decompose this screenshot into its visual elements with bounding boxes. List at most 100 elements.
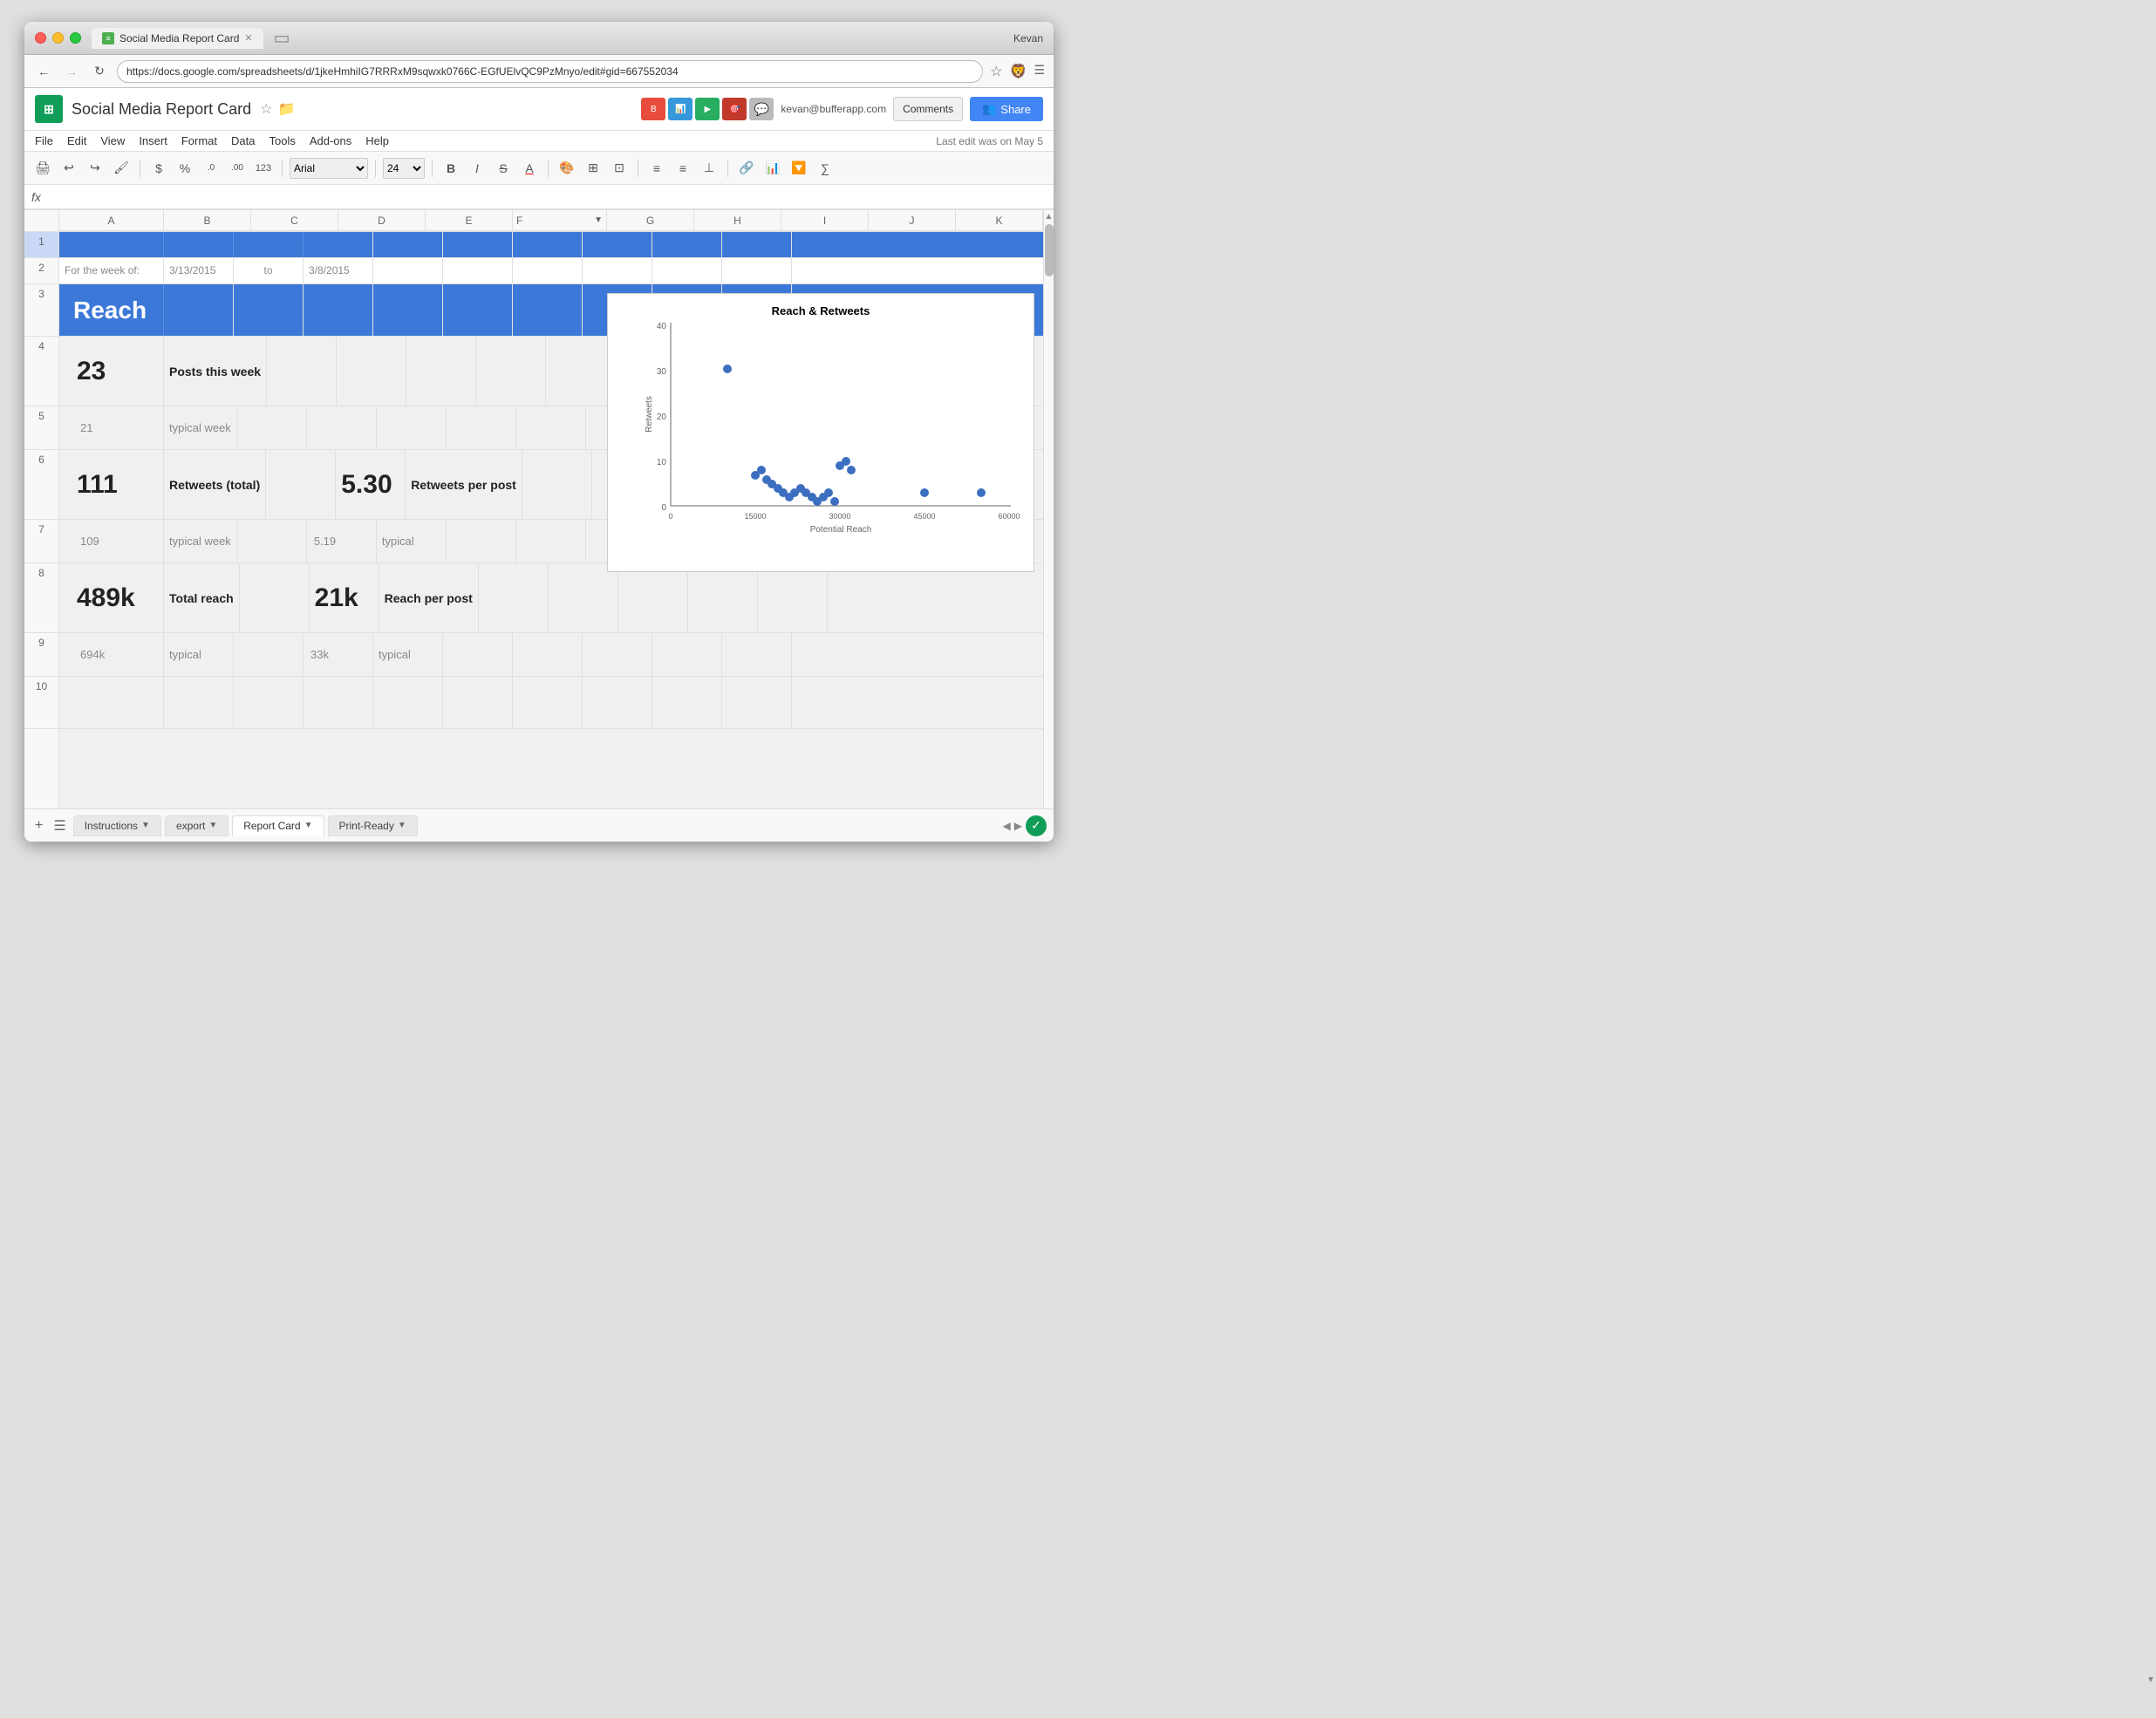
sheets-list-button[interactable]: ☰ (50, 817, 69, 835)
buffer-icon-1[interactable]: B (641, 98, 665, 120)
cell-a10[interactable] (59, 677, 164, 728)
cell-b8[interactable]: Total reach (164, 563, 240, 632)
add-sheet-button[interactable]: + (31, 818, 46, 834)
cell-a2[interactable]: For the week of: (59, 258, 164, 283)
format-paint-button[interactable]: 🖌 (110, 157, 133, 180)
cell-d8[interactable]: 21k (310, 563, 379, 632)
fill-color-button[interactable]: 🎨 (556, 157, 578, 180)
chart-button[interactable]: 📊 (761, 157, 784, 180)
menu-view[interactable]: View (100, 134, 125, 147)
cell-g10[interactable] (513, 677, 583, 728)
cell-b7[interactable]: typical week (164, 520, 237, 562)
cell-g5[interactable] (516, 406, 586, 449)
cell-i2[interactable] (652, 258, 722, 283)
cell-h10[interactable] (583, 677, 652, 728)
cell-h2[interactable] (583, 258, 652, 283)
buffer-icon-2[interactable]: 📊 (668, 98, 693, 120)
menu-data[interactable]: Data (231, 134, 255, 147)
menu-format[interactable]: Format (181, 134, 217, 147)
cell-d7[interactable]: 5.19 (307, 520, 377, 562)
italic-button[interactable]: I (466, 157, 488, 180)
cell-b2[interactable]: 3/13/2015 (164, 258, 234, 283)
active-tab[interactable]: ≡ Social Media Report Card ✕ (92, 28, 263, 49)
undo-button[interactable]: ↩ (58, 157, 80, 180)
cell-d9[interactable]: 33k (304, 633, 373, 676)
percent-button[interactable]: % (174, 157, 196, 180)
cell-h1[interactable] (583, 232, 652, 257)
cell-a3[interactable]: Reach (59, 284, 164, 336)
cell-h8[interactable] (618, 563, 688, 632)
cell-c5[interactable] (237, 406, 307, 449)
bold-button[interactable]: B (440, 157, 462, 180)
cell-b1[interactable] (164, 232, 234, 257)
cell-i1[interactable] (652, 232, 722, 257)
cell-a1[interactable] (59, 232, 164, 257)
menu-addons[interactable]: Add-ons (310, 134, 351, 147)
cell-e1[interactable] (373, 232, 443, 257)
cell-e5[interactable] (377, 406, 447, 449)
cell-a8[interactable]: 489k (59, 563, 164, 632)
cell-d4[interactable] (337, 337, 406, 406)
cell-f8[interactable] (479, 563, 549, 632)
cell-f6[interactable] (522, 450, 592, 519)
tab-report-card[interactable]: Report Card ▼ (232, 815, 324, 836)
cell-c10[interactable] (234, 677, 304, 728)
back-button[interactable]: ← (33, 61, 54, 82)
cell-f2[interactable] (443, 258, 513, 283)
cell-g7[interactable] (516, 520, 586, 562)
tab-close-icon[interactable]: ✕ (244, 32, 252, 44)
cell-d2[interactable]: 3/8/2015 (304, 258, 373, 283)
cell-g9[interactable] (513, 633, 583, 676)
cell-i9[interactable] (652, 633, 722, 676)
tab-print-ready[interactable]: Print-Ready ▼ (328, 815, 418, 836)
link-button[interactable]: 🔗 (735, 157, 758, 180)
menu-edit[interactable]: Edit (67, 134, 86, 147)
cell-f7[interactable] (447, 520, 516, 562)
print-button[interactable]: 🖨 (31, 157, 54, 180)
cell-c4[interactable] (267, 337, 337, 406)
share-button[interactable]: 👥 Share (970, 97, 1043, 121)
cell-b10[interactable] (164, 677, 234, 728)
refresh-button[interactable]: ↻ (89, 61, 110, 82)
cell-a4[interactable]: 23 (59, 337, 164, 406)
comments-bubble-icon[interactable]: 💬 (749, 98, 774, 120)
cell-e4[interactable] (406, 337, 476, 406)
cell-c6[interactable] (266, 450, 336, 519)
doc-title[interactable]: Social Media Report Card (72, 100, 251, 119)
function-button[interactable]: ∑ (814, 157, 836, 180)
menu-tools[interactable]: Tools (269, 134, 295, 147)
merge-cells-button[interactable]: ⊡ (608, 157, 631, 180)
menu-help[interactable]: Help (365, 134, 389, 147)
filter-button[interactable]: 🔽 (788, 157, 810, 180)
align-center-button[interactable]: ≡ (672, 157, 694, 180)
cell-f1[interactable] (443, 232, 513, 257)
cell-c1[interactable] (234, 232, 304, 257)
cell-f10[interactable] (443, 677, 513, 728)
scroll-thumb[interactable] (1045, 224, 1054, 276)
font-size-select[interactable]: 24 (383, 158, 425, 179)
extension-icon-2[interactable]: ☰ (1034, 63, 1045, 80)
cell-b3[interactable] (164, 284, 234, 336)
close-button[interactable] (35, 32, 46, 44)
font-color-button[interactable]: A (518, 157, 541, 180)
cell-j9[interactable] (722, 633, 792, 676)
strikethrough-button[interactable]: S (492, 157, 515, 180)
cell-i8[interactable] (688, 563, 758, 632)
cell-e9[interactable]: typical (373, 633, 443, 676)
cell-j10[interactable] (722, 677, 792, 728)
folder-icon[interactable]: 📁 (277, 100, 295, 118)
menu-file[interactable]: File (35, 134, 53, 147)
redo-button[interactable]: ↪ (84, 157, 106, 180)
cell-c3[interactable] (234, 284, 304, 336)
cell-d3[interactable] (304, 284, 373, 336)
cell-b4[interactable]: Posts this week (164, 337, 267, 406)
cell-b9[interactable]: typical (164, 633, 234, 676)
cell-a7[interactable]: 109 (59, 520, 164, 562)
cell-c8[interactable] (240, 563, 310, 632)
comments-button[interactable]: Comments (893, 97, 963, 121)
url-input[interactable] (117, 60, 983, 83)
cell-a5[interactable]: 21 (59, 406, 164, 449)
vertical-align-button[interactable]: ⊥ (698, 157, 720, 180)
cell-i10[interactable] (652, 677, 722, 728)
borders-button[interactable]: ⊞ (582, 157, 604, 180)
